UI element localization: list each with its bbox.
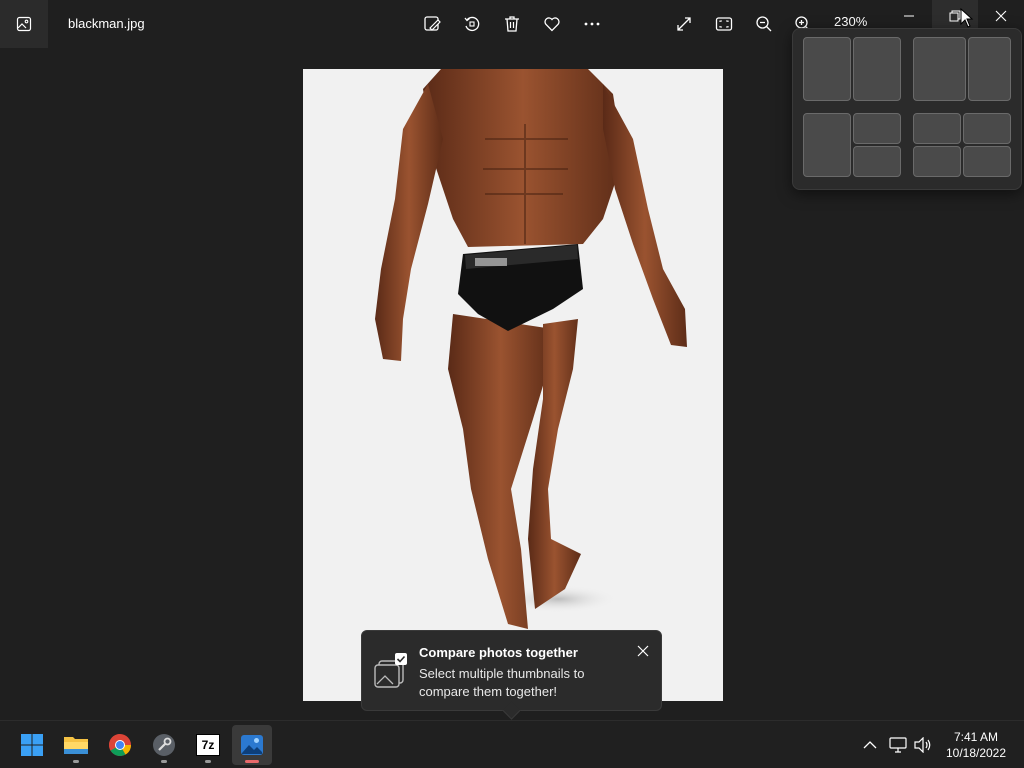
settings-tool-button[interactable] [144,725,184,765]
snap-zone[interactable] [963,113,1011,144]
7zip-icon: 7z [196,734,220,756]
zoom-out-button[interactable] [748,8,780,40]
rotate-icon [464,16,480,32]
file-explorer-icon [64,737,88,754]
expand-icon [677,17,691,31]
mouse-cursor-icon [960,8,974,28]
compare-photos-toast: Compare photos together Select multiple … [361,630,662,711]
zoom-out-icon [756,16,772,32]
toast-close-button[interactable] [633,641,653,661]
network-icon [889,737,907,753]
zoom-level[interactable]: 230% [834,14,867,29]
snap-zone[interactable] [963,146,1011,177]
photo-viewer[interactable] [303,69,723,701]
start-icon [21,734,43,756]
toast-body: Select multiple thumbnails to compare th… [419,666,585,699]
minimize-icon [904,15,914,17]
snap-zone[interactable] [913,113,961,144]
snap-layout-main-left-stacked [803,113,901,177]
full-screen-button[interactable] [668,8,700,40]
photos-icon [241,735,263,755]
snap-layout-wide-left [913,37,1011,101]
chevron-up-icon [863,741,877,749]
volume-icon [914,737,931,753]
running-indicator [205,760,211,763]
more-icon [584,22,600,26]
snap-zone[interactable] [913,146,961,177]
file-explorer-button[interactable] [56,725,96,765]
favorite-button[interactable] [536,8,568,40]
rotate-button[interactable] [456,8,488,40]
show-hidden-icons-button[interactable] [858,733,882,757]
edit-image-icon [424,16,441,31]
close-icon [995,10,1007,22]
network-button[interactable] [886,733,910,757]
clock-time: 7:41 AM [953,730,999,744]
volume-button[interactable] [911,733,935,757]
fit-to-window-button[interactable] [708,8,740,40]
7zip-button[interactable]: 7z [188,725,228,765]
chrome-icon [109,734,131,756]
snap-layout-two-equal [803,37,901,101]
snap-zone[interactable] [853,37,901,101]
taskbar: 7z 7:41 AM 10/18/2022 [0,720,1024,768]
7zip-label: 7z [201,738,215,752]
snap-zone[interactable] [968,37,1011,101]
toast-title: Compare photos together [419,645,578,660]
fit-to-window-icon [715,17,733,31]
running-indicator [161,760,167,763]
snap-zone[interactable] [803,113,851,177]
favorite-icon [544,17,560,32]
close-icon [637,645,649,657]
snap-layouts-flyout [792,28,1022,190]
snap-zone[interactable] [803,37,851,101]
photos-app-icon[interactable] [0,0,48,48]
settings-tool-icon [153,734,175,756]
start-button[interactable] [12,725,52,765]
edit-image-button[interactable] [416,8,448,40]
delete-button[interactable] [496,8,528,40]
photo-image [375,69,687,629]
snap-zone[interactable] [853,146,901,177]
file-name: blackman.jpg [68,16,145,31]
chrome-button[interactable] [100,725,140,765]
clock[interactable]: 7:41 AM 10/18/2022 [940,729,1012,761]
more-options-button[interactable] [576,8,608,40]
running-indicator [73,760,79,763]
snap-zone[interactable] [913,37,966,101]
active-indicator [245,760,259,763]
image-icon [16,16,32,32]
photos-button[interactable] [232,725,272,765]
compare-photos-icon [374,653,407,688]
snap-zone[interactable] [853,113,901,144]
clock-date: 10/18/2022 [945,746,1007,760]
snap-layout-quadrants [913,113,1011,177]
delete-icon [505,16,519,32]
